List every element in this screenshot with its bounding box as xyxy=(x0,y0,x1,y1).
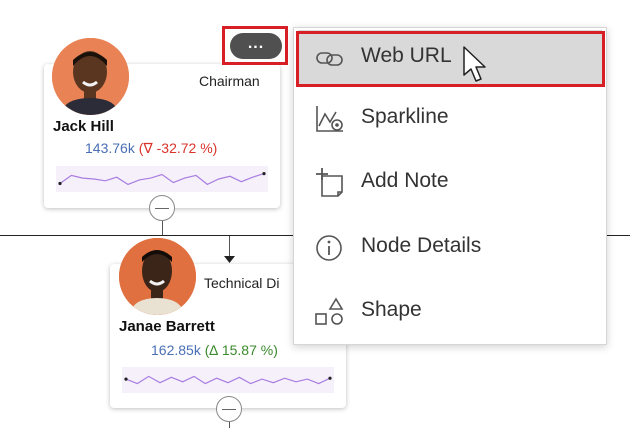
sparkline-line xyxy=(125,375,331,385)
collapse-button[interactable] xyxy=(216,396,242,422)
sparkline-start-point xyxy=(124,377,128,381)
metric-value: 162.85k xyxy=(151,342,201,358)
arrow-down-icon xyxy=(224,256,235,263)
node-metric: 162.85k (∆ 15.87 %) xyxy=(151,342,278,358)
shape-icon xyxy=(315,297,344,325)
sparkline-line xyxy=(59,173,265,186)
node-role: Technical Di xyxy=(204,275,280,291)
metric-change: (∇ -32.72 %) xyxy=(138,140,218,156)
sparkline-chart xyxy=(56,166,268,192)
menu-item-sparkline[interactable]: Sparkline xyxy=(298,91,602,147)
menu-item-label: Shape xyxy=(361,298,422,321)
add-note-icon xyxy=(316,168,343,197)
node-name: Jack Hill xyxy=(53,118,114,135)
node-role: Chairman xyxy=(199,73,260,89)
highlight-box xyxy=(222,26,288,65)
mouse-cursor-icon xyxy=(463,46,486,82)
metric-change: (∆ 15.87 %) xyxy=(204,342,278,358)
node-metric: 143.76k (∇ -32.72 %) xyxy=(85,140,217,157)
menu-item-label: Node Details xyxy=(361,234,482,257)
node-name: Janae Barrett xyxy=(119,318,215,335)
avatar xyxy=(119,238,196,315)
sparkline-chart xyxy=(122,367,334,393)
sparkline-start-point xyxy=(58,181,62,186)
avatar xyxy=(52,38,129,115)
connector-line xyxy=(162,220,163,235)
menu-item-label: Sparkline xyxy=(361,105,449,128)
metric-value: 143.76k xyxy=(85,140,135,156)
sparkline-end-point xyxy=(328,376,332,380)
menu-item-node-details[interactable]: Node Details xyxy=(298,220,602,276)
menu-item-shape[interactable]: Shape xyxy=(298,284,602,340)
sparkline-end-point xyxy=(262,172,266,176)
sparkline-icon xyxy=(316,106,343,132)
menu-item-add-note[interactable]: Add Note xyxy=(298,155,602,211)
info-icon xyxy=(316,235,342,261)
highlight-box xyxy=(296,31,605,87)
collapse-button[interactable] xyxy=(149,195,175,221)
menu-item-label: Add Note xyxy=(361,169,449,192)
